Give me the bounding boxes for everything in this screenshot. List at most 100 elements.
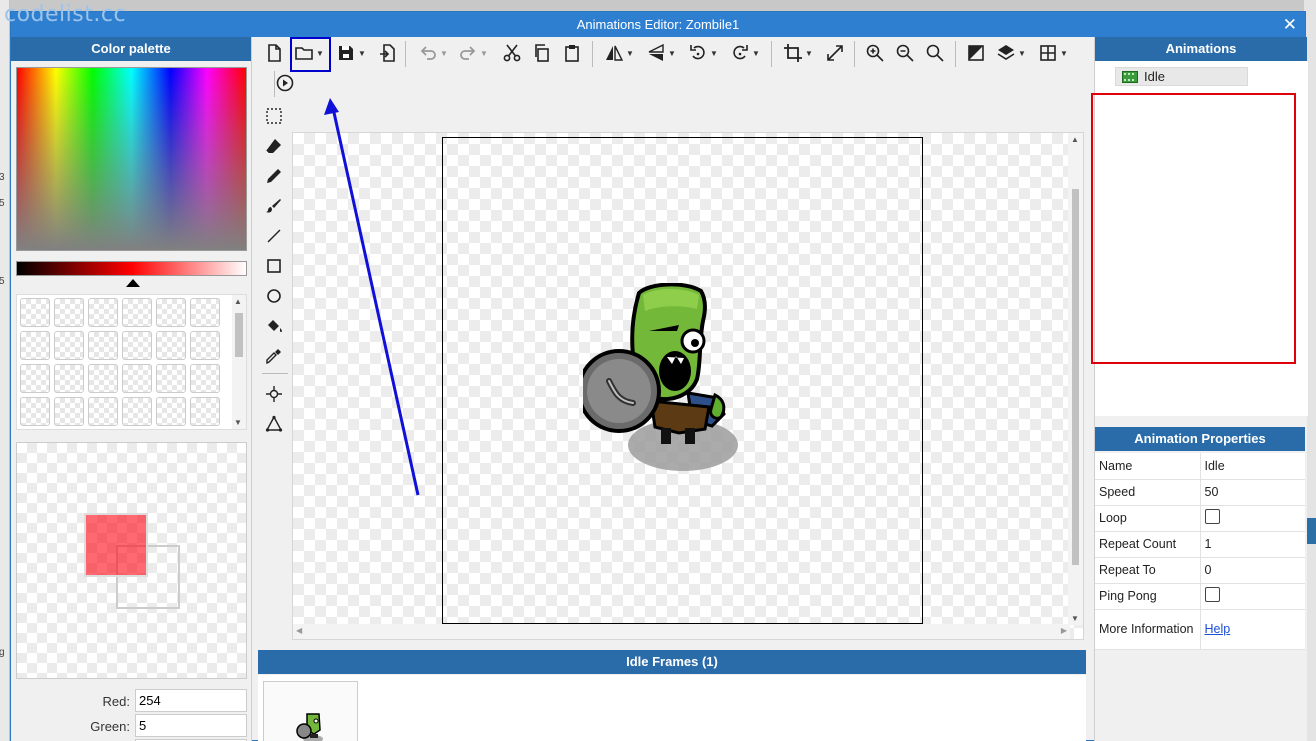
line-icon[interactable] — [262, 224, 286, 248]
ellipse-icon[interactable] — [262, 284, 286, 308]
animations-editor-window: Animations Editor: Zombile1 ✕ Color pale… — [10, 11, 1308, 741]
swatch[interactable] — [190, 364, 220, 393]
prop-loop-label: Loop — [1095, 505, 1201, 532]
cut-icon[interactable] — [502, 41, 522, 65]
background-fragment: 5 — [0, 276, 5, 287]
film-strip-icon — [1122, 70, 1138, 83]
swatch[interactable] — [122, 298, 152, 327]
color-value-slider[interactable] — [16, 261, 247, 276]
color-preview — [16, 442, 247, 679]
paste-icon[interactable] — [562, 41, 582, 65]
red-input[interactable] — [135, 689, 247, 712]
eraser-icon[interactable] — [262, 134, 286, 158]
swatch[interactable] — [122, 331, 152, 360]
swatches-scrollbar[interactable]: ▲ ▼ — [232, 295, 246, 429]
swatch[interactable] — [20, 298, 50, 327]
rotate-right-icon[interactable]: ▼ — [730, 41, 760, 65]
swatch[interactable] — [88, 331, 118, 360]
scroll-down-icon[interactable]: ▼ — [234, 418, 242, 427]
polygon-icon[interactable] — [262, 412, 286, 436]
swatch[interactable] — [190, 298, 220, 327]
flip-horizontal-icon[interactable]: ▼ — [604, 41, 634, 65]
save-icon[interactable]: ▼ — [336, 41, 366, 65]
pencil-icon[interactable] — [262, 164, 286, 188]
background-fragment: 5 — [0, 198, 5, 209]
close-icon[interactable]: ✕ — [1283, 12, 1297, 37]
swatch[interactable] — [156, 364, 186, 393]
frame-thumbnail[interactable] — [263, 681, 358, 741]
swatch[interactable] — [54, 331, 84, 360]
new-file-icon[interactable] — [264, 41, 284, 65]
prop-repeat-to-label: Repeat To — [1095, 557, 1201, 584]
swatch[interactable] — [88, 298, 118, 327]
color-picker-icon[interactable] — [262, 344, 286, 368]
swatch[interactable] — [122, 364, 152, 393]
paint-bucket-icon[interactable] — [262, 314, 286, 338]
green-label: Green: — [90, 719, 130, 734]
animation-item-idle[interactable]: Idle — [1115, 67, 1248, 86]
swatch[interactable] — [20, 364, 50, 393]
watermark: codelist.cc — [4, 2, 127, 27]
export-icon[interactable] — [378, 41, 398, 65]
crop-icon[interactable]: ▼ — [783, 41, 813, 65]
green-input[interactable] — [135, 714, 247, 737]
drawing-canvas[interactable]: ▲ ▼ ◀ ▶ — [292, 132, 1084, 640]
copy-icon[interactable] — [532, 41, 552, 65]
swatch[interactable] — [156, 331, 186, 360]
scroll-down-icon[interactable]: ▼ — [1071, 614, 1079, 623]
color-swatches: ▲ ▼ — [16, 294, 247, 430]
toggle-background-icon[interactable] — [966, 41, 986, 65]
swatch[interactable] — [20, 397, 50, 426]
scroll-up-icon[interactable]: ▲ — [234, 297, 242, 306]
zoom-out-icon[interactable] — [895, 41, 915, 65]
swatch[interactable] — [190, 397, 220, 426]
swatch[interactable] — [20, 331, 50, 360]
scroll-right-icon[interactable]: ▶ — [1061, 626, 1067, 635]
swatch[interactable] — [190, 331, 220, 360]
color-spectrum-picker[interactable] — [16, 67, 247, 251]
grid-icon[interactable]: ▼ — [1038, 41, 1068, 65]
prop-repeat-count-value[interactable]: 1 — [1200, 531, 1305, 558]
scroll-left-icon[interactable]: ◀ — [296, 626, 302, 635]
canvas-horizontal-scrollbar[interactable]: ◀ ▶ — [293, 624, 1070, 639]
animation-properties-title: Animation Properties — [1095, 427, 1305, 451]
canvas-vertical-scrollbar[interactable]: ▲ ▼ — [1068, 133, 1083, 625]
layers-icon[interactable]: ▼ — [996, 41, 1026, 65]
zoom-reset-icon[interactable] — [925, 41, 945, 65]
scrollbar-thumb[interactable] — [235, 313, 243, 357]
rotate-left-icon[interactable]: ▼ — [688, 41, 718, 65]
flip-vertical-icon[interactable]: ▼ — [646, 41, 676, 65]
prop-repeat-count-label: Repeat Count — [1095, 531, 1201, 558]
frames-strip — [258, 675, 1086, 741]
prop-repeat-to-value[interactable]: 0 — [1200, 557, 1305, 584]
animation-properties-grid: Name Idle Speed 50 Loop Repeat Count 1 R… — [1095, 453, 1305, 650]
swatch[interactable] — [156, 298, 186, 327]
prop-speed-value[interactable]: 50 — [1200, 479, 1305, 506]
rectangle-icon[interactable] — [262, 254, 286, 278]
undo-icon[interactable]: ▼ — [418, 41, 448, 65]
help-link[interactable]: Help — [1205, 622, 1231, 636]
primary-color-swatch[interactable] — [84, 513, 148, 577]
swatch[interactable] — [54, 397, 84, 426]
zoom-in-icon[interactable] — [865, 41, 885, 65]
prop-name-value[interactable]: Idle — [1200, 453, 1305, 480]
swatch[interactable] — [54, 298, 84, 327]
marquee-select-icon[interactable] — [262, 104, 286, 128]
swatch[interactable] — [88, 397, 118, 426]
scrollbar-thumb[interactable] — [1072, 189, 1079, 565]
swatch[interactable] — [122, 397, 152, 426]
value-slider-marker[interactable] — [126, 279, 140, 287]
loop-checkbox[interactable] — [1204, 509, 1220, 524]
redo-icon[interactable]: ▼ — [458, 41, 488, 65]
ping-pong-checkbox[interactable] — [1204, 587, 1220, 602]
scroll-up-icon[interactable]: ▲ — [1071, 135, 1079, 144]
resize-icon[interactable] — [825, 41, 845, 65]
swatch[interactable] — [54, 364, 84, 393]
origin-point-icon[interactable] — [262, 382, 286, 406]
swatch[interactable] — [88, 364, 118, 393]
brush-icon[interactable] — [262, 194, 286, 218]
zombie-sprite — [583, 283, 738, 471]
play-icon[interactable] — [275, 71, 295, 95]
swatch[interactable] — [156, 397, 186, 426]
background-fragment: 3 — [0, 172, 5, 183]
